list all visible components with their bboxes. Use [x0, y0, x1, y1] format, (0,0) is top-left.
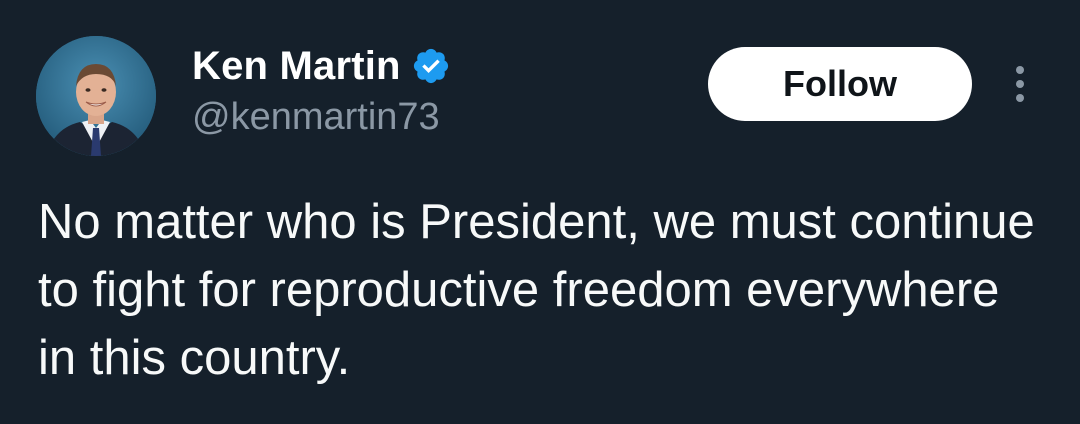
- avatar-image: [36, 36, 156, 156]
- more-dot: [1016, 66, 1024, 74]
- verified-badge-icon[interactable]: [411, 46, 451, 86]
- author-display-name[interactable]: Ken Martin: [192, 44, 401, 89]
- more-dot: [1016, 80, 1024, 88]
- author-handle[interactable]: @kenmartin73: [192, 96, 440, 139]
- more-options-icon[interactable]: [1000, 58, 1040, 110]
- author-name-row: Ken Martin: [192, 40, 451, 92]
- tweet-text: No matter who is President, we must cont…: [38, 195, 1035, 385]
- more-dot: [1016, 94, 1024, 102]
- tweet-card: Ken Martin @kenmartin73 Follow No matter…: [0, 0, 1080, 424]
- follow-button[interactable]: Follow: [708, 47, 972, 121]
- author-avatar[interactable]: [36, 36, 156, 156]
